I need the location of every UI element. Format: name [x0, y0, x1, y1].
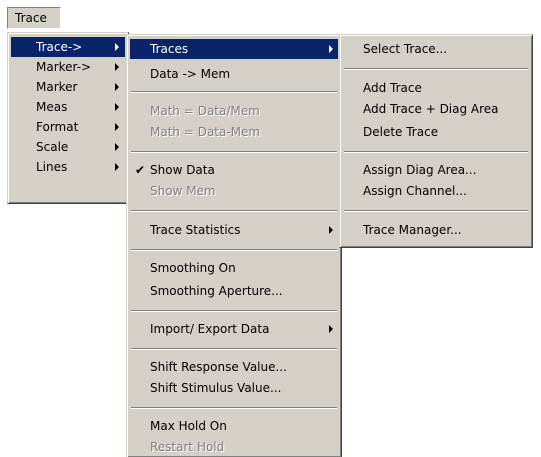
- menu-item-show-data[interactable]: ✔ Show Data: [130, 160, 338, 180]
- menu-separator: [131, 151, 337, 153]
- menu-separator: [344, 210, 528, 212]
- menu-item-label: Assign Diag Area...: [363, 163, 477, 177]
- menu-item-data-to-mem[interactable]: Data -> Mem: [130, 64, 338, 84]
- menu-item-smoothing-aperture[interactable]: Smoothing Aperture...: [130, 281, 338, 301]
- menu-item-label: Restart Hold: [150, 440, 225, 454]
- menu-item-import-export-data[interactable]: Import/ Export Data: [130, 319, 338, 339]
- menu-separator: [131, 407, 337, 409]
- menu-item-label: Trace Statistics: [150, 223, 241, 237]
- menu-item-max-hold-on[interactable]: Max Hold On: [130, 416, 338, 436]
- menu-separator: [344, 151, 528, 153]
- menu-item-trace-statistics[interactable]: Trace Statistics: [130, 220, 338, 240]
- menu-item-meas[interactable]: Meas: [11, 97, 125, 117]
- menu-item-select-trace[interactable]: Select Trace...: [343, 39, 529, 59]
- menu-item-lines[interactable]: Lines: [11, 157, 125, 177]
- menu-item-label: Format: [36, 120, 79, 134]
- menu-item-assign-channel[interactable]: Assign Channel...: [343, 181, 529, 201]
- menu-item-label: Lines: [36, 160, 68, 174]
- menu-item-label: Shift Response Value...: [150, 360, 287, 374]
- menu-separator: [131, 91, 337, 93]
- menu-item-label: Add Trace: [363, 81, 422, 95]
- menu-item-label: Smoothing Aperture...: [150, 284, 283, 298]
- menu-item-label: Show Mem: [150, 184, 216, 198]
- menu-item-label: Scale: [36, 140, 69, 154]
- menu-item-smoothing-on[interactable]: Smoothing On: [130, 258, 338, 278]
- menu-item-trace-manager[interactable]: Trace Manager...: [343, 220, 529, 240]
- submenu-arrow-icon: [115, 163, 119, 171]
- menu-item-math-data-div-mem: Math = Data/Mem: [130, 101, 338, 121]
- submenu-arrow-icon: [329, 325, 333, 333]
- menu-item-label: Marker->: [36, 60, 92, 74]
- menu-item-label: Meas: [36, 100, 68, 114]
- menu-item-label: Select Trace...: [363, 42, 448, 56]
- menu-item-assign-diag-area[interactable]: Assign Diag Area...: [343, 160, 529, 180]
- menu-item-marker[interactable]: Marker: [11, 77, 125, 97]
- menu-separator: [131, 210, 337, 212]
- menu-item-add-trace[interactable]: Add Trace: [343, 78, 529, 98]
- menu-item-label: Max Hold On: [150, 419, 227, 433]
- menu-item-delete-trace[interactable]: Delete Trace: [343, 122, 529, 142]
- traces-submenu: Select Trace... Add Trace Add Trace + Di…: [339, 34, 533, 248]
- submenu-arrow-icon: [115, 123, 119, 131]
- checkmark-icon: ✔: [135, 163, 146, 177]
- menu-item-add-trace-diag-area[interactable]: Add Trace + Diag Area: [343, 99, 529, 119]
- menu-separator: [344, 68, 528, 70]
- menubar-trace-label: Trace: [15, 11, 47, 25]
- menu-item-label: Traces: [150, 42, 189, 56]
- submenu-arrow-icon: [115, 83, 119, 91]
- menu-item-label: Shift Stimulus Value...: [150, 381, 282, 395]
- submenu-arrow-icon: [115, 43, 119, 51]
- menu-item-label: Add Trace + Diag Area: [363, 102, 499, 116]
- trace-menu: Trace-> Marker-> Marker Meas Format Scal…: [7, 32, 129, 204]
- menu-item-restart-hold: Restart Hold: [130, 437, 338, 457]
- menu-item-math-data-minus-mem: Math = Data-Mem: [130, 122, 338, 142]
- menu-item-format[interactable]: Format: [11, 117, 125, 137]
- menu-item-show-mem: Show Mem: [130, 181, 338, 201]
- menu-separator: [131, 249, 337, 251]
- menu-item-label: Data -> Mem: [150, 67, 231, 81]
- submenu-arrow-icon: [329, 226, 333, 234]
- menu-separator: [131, 310, 337, 312]
- menu-item-traces-submenu[interactable]: Traces: [130, 39, 338, 59]
- menu-item-trace-submenu[interactable]: Trace->: [11, 37, 125, 57]
- menu-item-label: Show Data: [150, 163, 215, 177]
- menu-item-label: Assign Channel...: [363, 184, 467, 198]
- menubar-trace[interactable]: Trace: [7, 7, 61, 29]
- menu-item-scale[interactable]: Scale: [11, 137, 125, 157]
- menu-item-shift-stimulus-value[interactable]: Shift Stimulus Value...: [130, 378, 338, 398]
- submenu-arrow-icon: [115, 63, 119, 71]
- menu-item-label: Smoothing On: [150, 261, 236, 275]
- menu-item-label: Marker: [36, 80, 78, 94]
- trace-submenu: Traces Data -> Mem Math = Data/Mem Math …: [126, 34, 342, 457]
- menu-item-marker-submenu[interactable]: Marker->: [11, 57, 125, 77]
- submenu-arrow-icon: [115, 103, 119, 111]
- submenu-arrow-icon: [329, 45, 333, 53]
- menu-item-label: Math = Data-Mem: [150, 125, 261, 139]
- menu-item-label: Math = Data/Mem: [150, 104, 260, 118]
- menu-item-label: Delete Trace: [363, 125, 439, 139]
- menu-item-label: Import/ Export Data: [150, 322, 270, 336]
- menu-item-shift-response-value[interactable]: Shift Response Value...: [130, 357, 338, 377]
- menu-separator: [131, 348, 337, 350]
- menu-item-label: Trace->: [36, 40, 83, 54]
- submenu-arrow-icon: [115, 143, 119, 151]
- menu-item-label: Trace Manager...: [363, 223, 462, 237]
